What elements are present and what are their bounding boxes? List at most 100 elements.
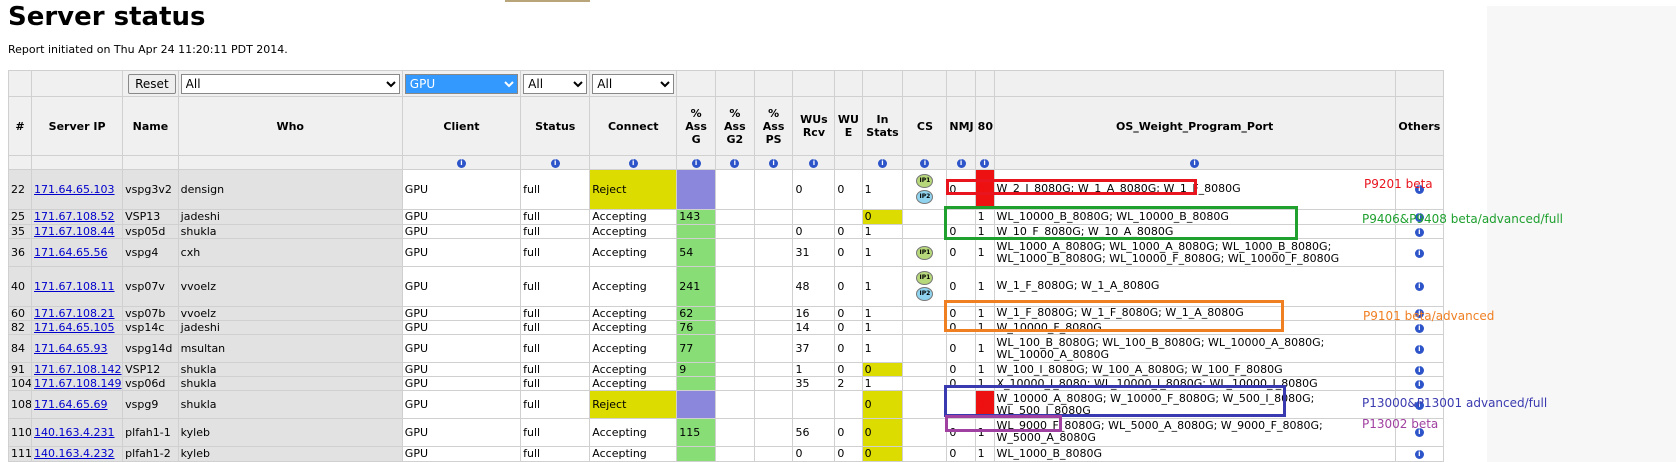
wus-received-cell: 1 [792, 361, 836, 378]
column-header[interactable]: % Ass G2 [714, 96, 755, 156]
server-ip-link[interactable]: 171.67.108.142 [34, 363, 121, 375]
assign-ps-cell [753, 334, 794, 363]
column-header[interactable]: 80 [974, 96, 995, 156]
server-owner: jadeshi [177, 320, 403, 336]
in-stats-cell: 0 [861, 445, 904, 462]
others-info-icon[interactable]: i [1414, 282, 1424, 292]
column-header[interactable]: Others [1394, 96, 1445, 156]
column-info-icon[interactable]: i [809, 158, 819, 168]
others-info-icon[interactable]: i [1414, 227, 1424, 237]
column-header[interactable]: Server IP [31, 96, 124, 156]
others-info-icon[interactable]: i [1414, 344, 1424, 354]
column-info-icon[interactable]: i [920, 158, 930, 168]
ip2-icon[interactable]: IP2 [916, 287, 934, 302]
server-ip-link[interactable]: 171.67.108.44 [34, 226, 114, 238]
column-info-icon[interactable]: i [730, 158, 740, 168]
server-ip-link[interactable]: 171.64.65.93 [34, 342, 107, 355]
column-header[interactable]: NMJ [946, 96, 976, 156]
server-ip-link[interactable]: 171.64.65.56 [34, 246, 107, 259]
ip1-icon[interactable]: IP1 [916, 174, 934, 189]
server-ip-link[interactable]: 171.64.65.105 [34, 322, 114, 334]
column-header[interactable]: OS_Weight_Program_Port [993, 96, 1396, 156]
server-owner: densign [177, 169, 403, 210]
server-ip-link[interactable]: 171.67.108.11 [34, 280, 114, 293]
column-header[interactable]: Who [177, 96, 403, 156]
row-number: 111 [7, 445, 33, 462]
wu-e-cell: 0 [834, 445, 863, 462]
cs-cell [902, 208, 948, 226]
table-row[interactable]: 91 171.67.108.142 VSP12 shukla GPU full Accept… [7, 361, 1445, 378]
status-filter-select[interactable]: All [523, 73, 588, 94]
column-info-icon[interactable]: i [878, 158, 887, 168]
assign-g2-cell [714, 390, 755, 420]
column-header[interactable]: CS [902, 96, 948, 156]
table-row[interactable]: 36 171.64.65.56 vspg4 cxh GPU full Accepting 54… [7, 238, 1445, 267]
others-cell: i [1394, 265, 1445, 307]
others-info-icon[interactable]: i [1414, 379, 1424, 389]
server-name: vspg9 [122, 390, 179, 420]
table-row[interactable]: 111 140.163.4.232 plfah1-2 kyleb GPU full Acce… [7, 445, 1445, 462]
others-info-icon[interactable]: i [1414, 365, 1424, 375]
server-ip-link[interactable]: 140.163.4.231 [34, 426, 114, 439]
wus-received-cell [792, 208, 836, 226]
column-header[interactable]: Status [520, 96, 591, 156]
server-ip-link[interactable]: 140.163.4.232 [34, 447, 114, 460]
column-header[interactable]: % Ass PS [753, 96, 794, 156]
wus-received-cell: 16 [792, 305, 836, 322]
reset-button[interactable]: Reset [128, 73, 176, 94]
ip1-icon[interactable]: IP1 [916, 245, 934, 260]
cs-cell [902, 320, 948, 336]
server-ip-link[interactable]: 171.64.65.69 [34, 398, 107, 411]
report-timestamp: Report initiated on Thu Apr 24 11:20:11 … [8, 43, 288, 56]
column-info-icon[interactable]: i [980, 158, 990, 168]
annotation-p13000: P13000&P13001 advanced/full [1362, 396, 1548, 410]
row-number: 36 [7, 238, 33, 267]
column-header[interactable]: % Ass G [676, 96, 716, 156]
server-name: vspg4 [122, 238, 179, 267]
column-info-icon[interactable]: i [1190, 158, 1200, 168]
ip1-icon[interactable]: IP1 [916, 271, 934, 286]
column-info-icon[interactable]: i [769, 158, 779, 168]
assign-g2-cell [714, 320, 755, 336]
ip2-icon[interactable]: IP2 [916, 190, 934, 205]
top-decoration [505, 0, 590, 2]
column-header[interactable]: WU E [834, 96, 863, 156]
row-number: 25 [7, 208, 33, 226]
column-header[interactable]: WUs Rcv [792, 96, 836, 156]
column-info-icon[interactable]: i [956, 158, 966, 168]
column-header[interactable]: Connect [589, 96, 678, 156]
annotation-p9201: P9201 beta [1364, 177, 1433, 191]
column-header[interactable]: Client [401, 96, 522, 156]
server-ip-link[interactable]: 171.67.108.21 [34, 307, 114, 319]
row-number: 35 [7, 224, 33, 240]
assign-g2-cell [714, 334, 755, 363]
in-stats-cell: 0 [861, 390, 904, 420]
table-row[interactable]: 84 171.64.65.93 vspg14d msultan GPU full Accep… [7, 334, 1445, 363]
column-info-icon[interactable]: i [456, 158, 466, 168]
table-row[interactable]: 110 140.163.4.231 plfah1-1 kyleb GPU full Acce… [7, 418, 1445, 447]
annotation-p9406: P9406&P9408 beta/advanced/full [1362, 212, 1563, 226]
server-ip-link[interactable]: 171.67.108.149 [34, 378, 121, 390]
assign-g2-cell [714, 418, 755, 447]
column-info-icon[interactable]: i [691, 158, 701, 168]
column-info-icon[interactable]: i [628, 158, 638, 168]
server-ip-link[interactable]: 171.64.65.103 [34, 183, 114, 196]
in-stats-cell: 1 [861, 376, 904, 392]
assign-ps-cell [753, 238, 794, 267]
status-cell: full [520, 445, 591, 462]
others-info-icon[interactable]: i [1414, 323, 1424, 333]
column-header[interactable]: Name [122, 96, 179, 156]
column-header[interactable]: # [7, 96, 33, 156]
table-row[interactable]: 22 171.64.65.103 vspg3v2 densign GPU full Reje… [7, 169, 1445, 210]
status-cell: full [520, 305, 591, 322]
column-info-icon[interactable]: i [550, 158, 560, 168]
column-header[interactable]: In Stats [861, 96, 904, 156]
others-info-icon[interactable]: i [1414, 248, 1424, 258]
who-filter-select[interactable]: All [180, 73, 400, 94]
client-filter-select[interactable]: GPU [404, 73, 519, 94]
assign-g-cell [676, 169, 716, 210]
server-owner: kyleb [177, 445, 403, 462]
server-ip-link[interactable]: 171.67.108.52 [34, 210, 114, 223]
connect-filter-select[interactable]: All [592, 73, 675, 94]
others-info-icon[interactable]: i [1414, 449, 1424, 459]
